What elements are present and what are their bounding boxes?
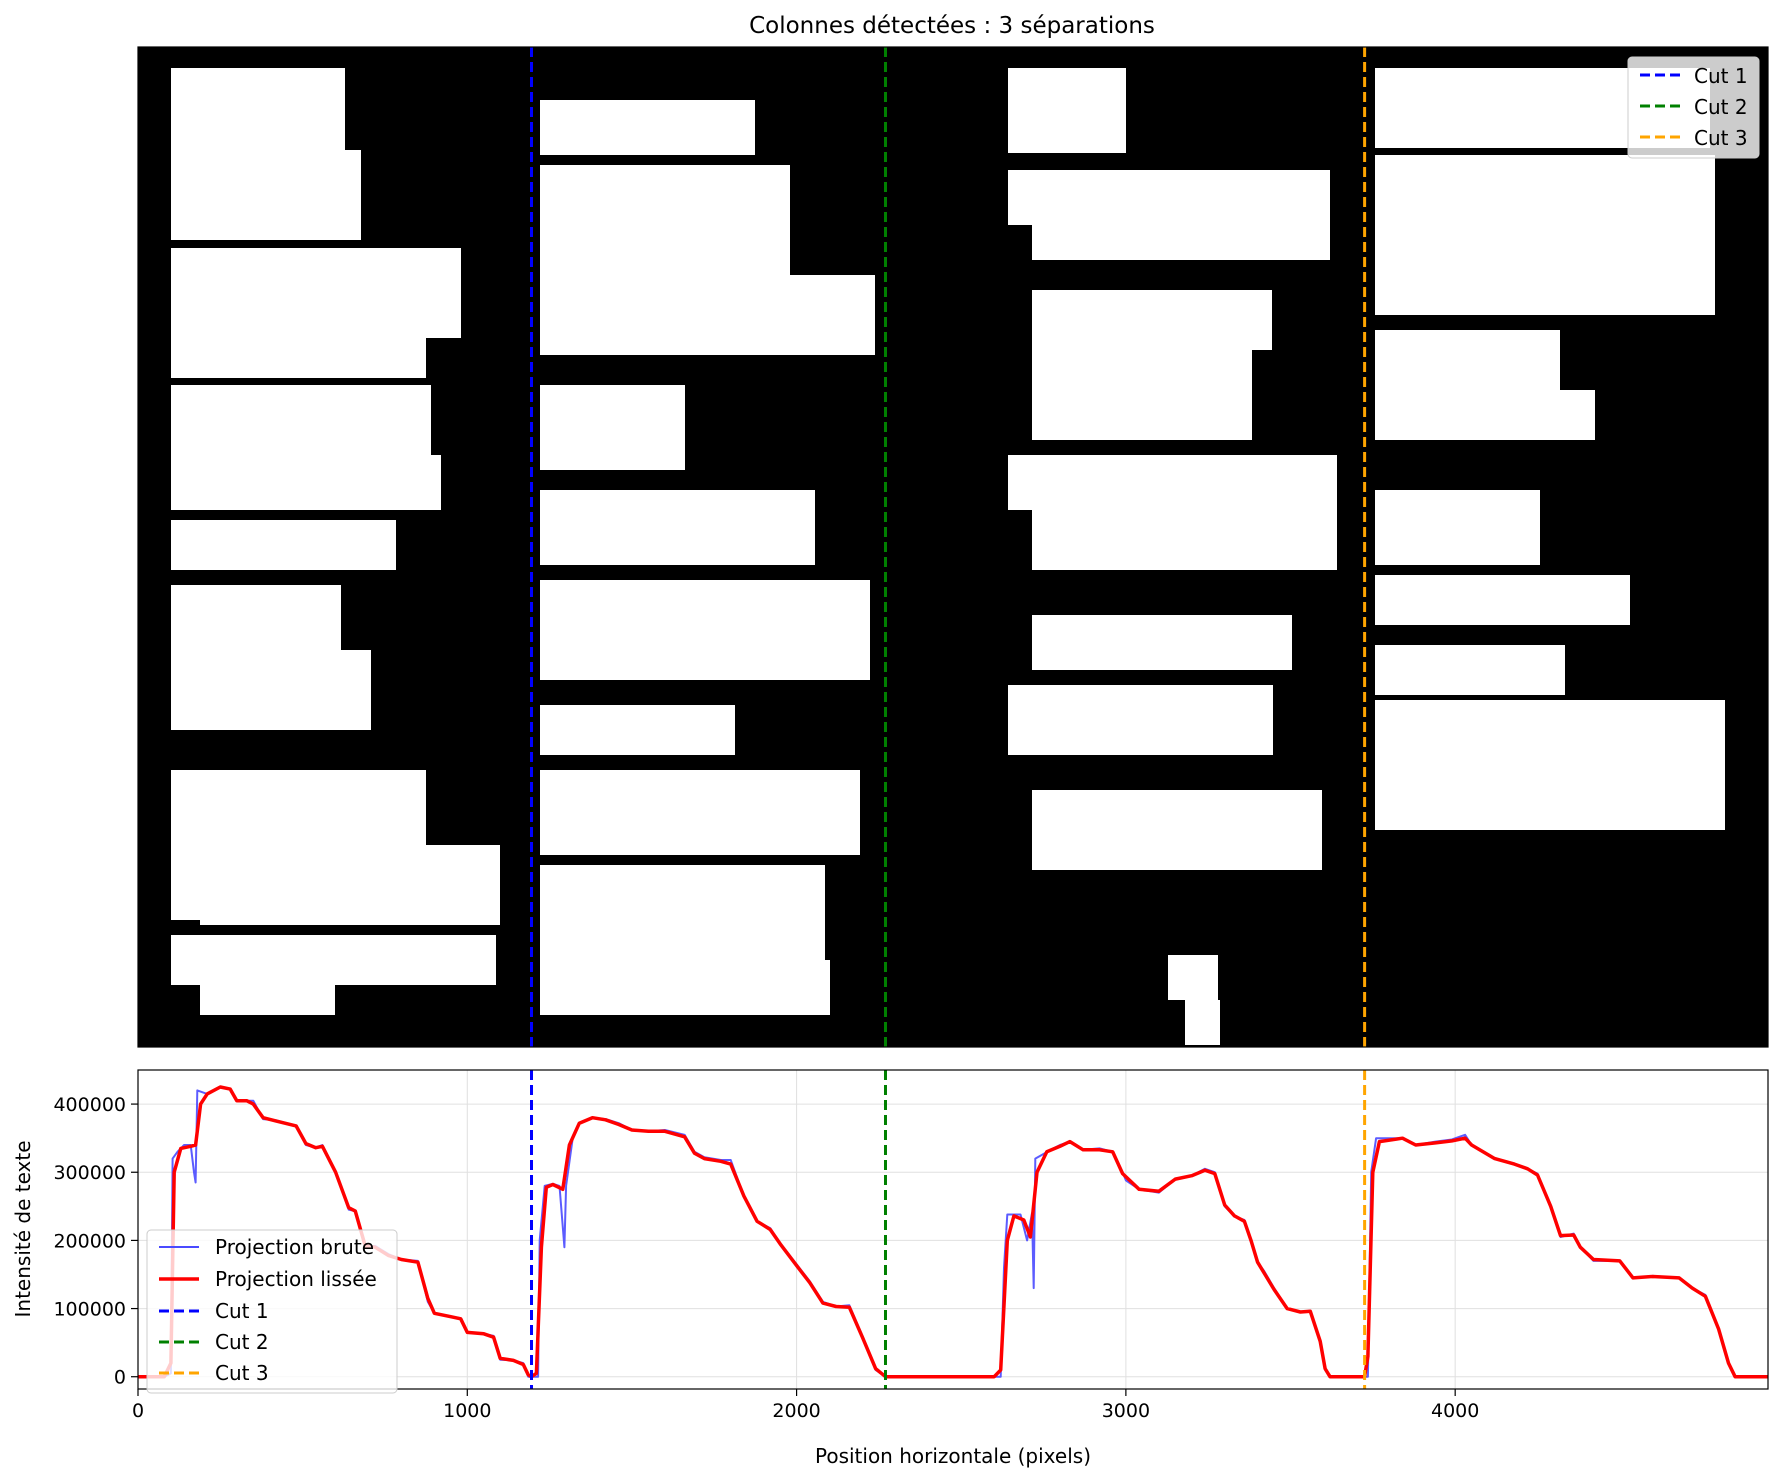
legend-cut3-label: Cut 3	[215, 1361, 269, 1385]
text-block	[171, 68, 345, 152]
top-legend-cut1-label: Cut 1	[1694, 64, 1748, 88]
text-block	[1032, 455, 1337, 570]
text-block	[200, 845, 500, 925]
text-block	[1375, 155, 1715, 315]
text-block	[171, 318, 426, 378]
x-axis-label: Position horizontale (pixels)	[815, 1444, 1091, 1468]
top-legend-cut2-label: Cut 2	[1694, 95, 1748, 119]
text-block	[540, 770, 860, 855]
figure: Colonnes détectées : 3 séparations Cut 1…	[0, 0, 1782, 1483]
text-block	[1032, 615, 1292, 670]
bottom-legend: Projection brute Projection lissée Cut 1…	[146, 1229, 398, 1394]
text-block	[1032, 330, 1252, 440]
text-block	[1375, 390, 1595, 440]
text-block	[540, 385, 685, 470]
text-block	[171, 650, 371, 730]
x-tick-label: 3000	[1102, 1400, 1150, 1422]
text-block	[540, 960, 830, 1015]
x-tick-label: 1000	[443, 1400, 491, 1422]
text-block	[540, 490, 815, 565]
text-block	[1375, 645, 1565, 695]
text-block	[171, 455, 441, 510]
x-tick-label: 2000	[772, 1400, 820, 1422]
legend-smooth-label: Projection lissée	[215, 1267, 377, 1291]
y-tick-label: 300000	[53, 1162, 126, 1184]
top-panel-title: Colonnes détectées : 3 séparations	[749, 13, 1155, 39]
x-tick-label: 0	[132, 1400, 144, 1422]
text-block	[1008, 68, 1126, 153]
text-block	[540, 705, 735, 755]
top-panel	[137, 46, 1769, 1048]
text-block	[1032, 170, 1330, 260]
text-block	[1168, 955, 1218, 1000]
text-block	[171, 180, 291, 240]
text-block	[200, 965, 335, 1015]
y-tick-label: 0	[114, 1367, 126, 1389]
text-block	[1185, 1000, 1220, 1045]
text-block	[1375, 490, 1540, 565]
legend-cut2-label: Cut 2	[215, 1330, 269, 1354]
text-block	[540, 275, 875, 355]
top-legend-cut3-label: Cut 3	[1694, 126, 1748, 150]
text-block	[540, 100, 755, 155]
y-tick-label: 100000	[53, 1299, 126, 1321]
y-tick-label: 200000	[53, 1230, 126, 1252]
text-block	[1008, 685, 1273, 755]
text-block	[1375, 700, 1725, 830]
text-block	[540, 580, 870, 680]
text-block	[1032, 790, 1322, 870]
top-legend: Cut 1 Cut 2 Cut 3	[1627, 56, 1760, 159]
y-axis-label: Intensité de texte	[11, 1140, 35, 1317]
y-tick-label: 400000	[53, 1094, 126, 1116]
legend-cut1-label: Cut 1	[215, 1299, 269, 1323]
text-block	[1375, 575, 1630, 625]
text-block	[171, 520, 396, 570]
text-block	[540, 865, 825, 965]
legend-raw-label: Projection brute	[215, 1235, 374, 1259]
x-tick-label: 4000	[1431, 1400, 1479, 1422]
